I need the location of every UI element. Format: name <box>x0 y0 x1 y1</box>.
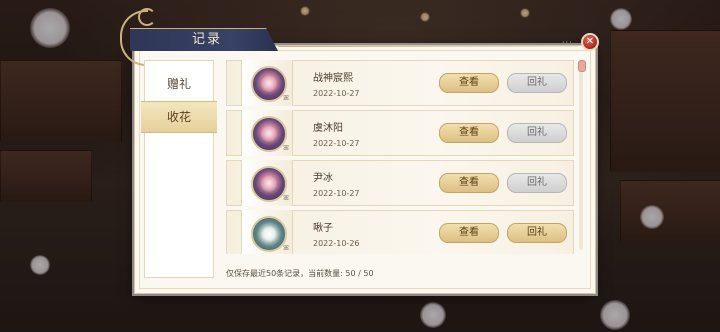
view-button[interactable]: 查看 <box>439 123 499 143</box>
view-button[interactable]: 查看 <box>439 223 499 243</box>
flower-tag-icon: ꕤ <box>283 244 289 252</box>
title-divider <box>278 46 578 47</box>
close-icon[interactable]: ✕ <box>581 33 599 51</box>
list-item: ꕤ 尹冰 2022-10-27 查看 回礼 <box>226 160 574 206</box>
close-ornament: ··· <box>562 38 573 47</box>
view-button[interactable]: 查看 <box>439 73 499 93</box>
flower-tag-icon: ꕤ <box>283 94 289 102</box>
records-list[interactable]: ꕤ 战神宸熙 2022-10-27 查看 回礼 ꕤ 虞沐阳 2022-10-27… <box>224 58 576 254</box>
flower-tag-icon: ꕤ <box>283 144 289 152</box>
avatar-frame: ꕤ <box>241 110 293 156</box>
return-gift-button[interactable]: 回礼 <box>507 73 567 93</box>
flower-tag-icon: ꕤ <box>283 194 289 202</box>
view-button[interactable]: 查看 <box>439 173 499 193</box>
sender-name: 虞沐阳 <box>313 123 343 134</box>
scrollbar-track[interactable] <box>579 62 583 250</box>
record-date: 2022-10-27 <box>313 139 360 148</box>
record-limit-note: 仅保存最近50条记录，当前数量: 50 / 50 <box>226 269 374 278</box>
flower-avatar[interactable]: ꕤ <box>251 166 289 202</box>
return-gift-button[interactable]: 回礼 <box>507 173 567 193</box>
flower-avatar[interactable]: ꕤ <box>251 216 289 252</box>
list-item: ꕤ 啾子 2022-10-26 查看 回礼 <box>226 210 574 254</box>
record-date: 2022-10-27 <box>313 189 360 198</box>
tab-flowers-received[interactable]: 收花 <box>141 101 217 133</box>
flower-avatar[interactable]: ꕤ <box>251 116 289 152</box>
flower-avatar[interactable]: ꕤ <box>251 66 289 102</box>
flower-icon <box>261 126 277 142</box>
list-item: ꕤ 虞沐阳 2022-10-27 查看 回礼 <box>226 110 574 156</box>
record-date: 2022-10-26 <box>313 239 360 248</box>
category-sidebar: 赠礼 收花 <box>141 60 217 278</box>
return-gift-button[interactable]: 回礼 <box>507 223 567 243</box>
tab-gift-sent[interactable]: 赠礼 <box>145 69 213 99</box>
list-item: ꕤ 战神宸熙 2022-10-27 查看 回礼 <box>226 60 574 106</box>
sender-name: 尹冰 <box>313 173 333 184</box>
flower-icon <box>261 226 277 242</box>
avatar-frame: ꕤ <box>241 60 293 106</box>
return-gift-button[interactable]: 回礼 <box>507 123 567 143</box>
avatar-frame: ꕤ <box>241 210 293 254</box>
flower-icon <box>261 176 277 192</box>
title-ornament-moon <box>138 8 156 26</box>
scrollbar-thumb[interactable] <box>578 60 586 72</box>
record-date: 2022-10-27 <box>313 89 360 98</box>
sender-name: 啾子 <box>313 223 333 234</box>
flower-icon <box>261 76 277 92</box>
dialog-title: 记录 <box>192 32 223 47</box>
avatar-frame: ꕤ <box>241 160 293 206</box>
sender-name: 战神宸熙 <box>313 73 353 84</box>
